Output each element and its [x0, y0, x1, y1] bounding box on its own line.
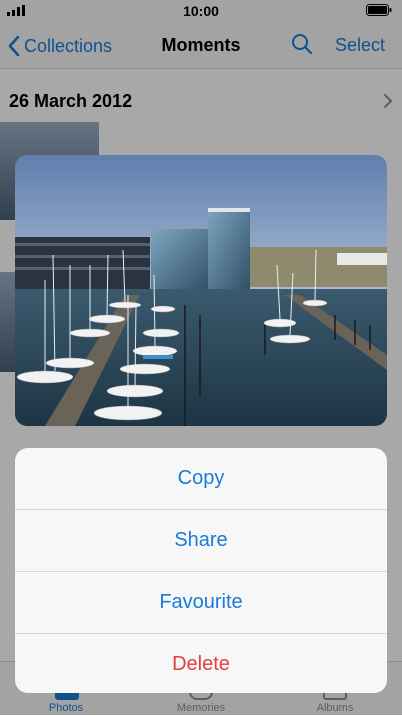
action-sheet: Copy Share Favourite Delete — [15, 448, 387, 693]
harbour-photo — [15, 155, 387, 426]
photo-preview[interactable] — [15, 155, 387, 426]
delete-button[interactable]: Delete — [15, 634, 387, 693]
copy-button[interactable]: Copy — [15, 448, 387, 510]
share-button[interactable]: Share — [15, 510, 387, 572]
favourite-button[interactable]: Favourite — [15, 572, 387, 634]
